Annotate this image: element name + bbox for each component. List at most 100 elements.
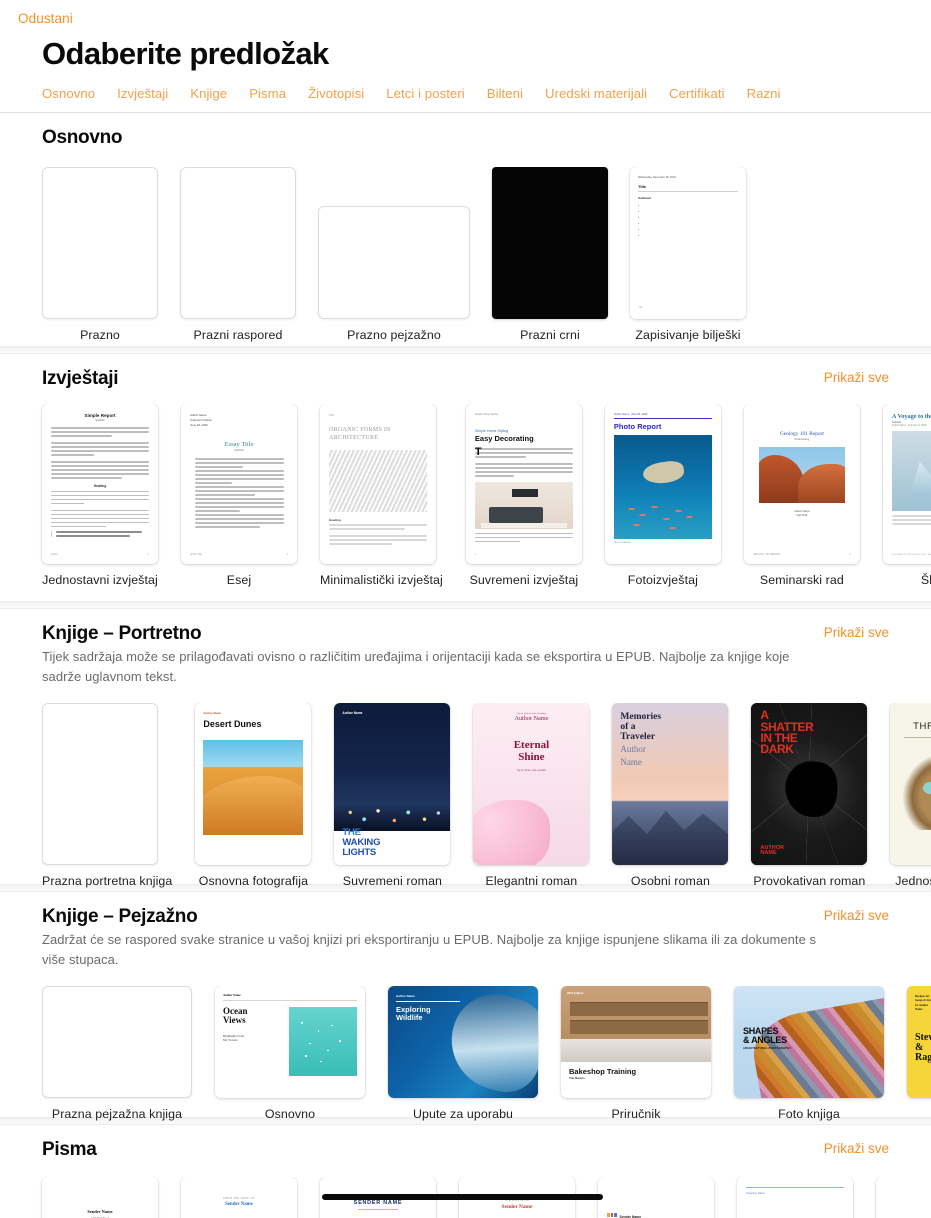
horizontal-scrollbar[interactable] bbox=[322, 1194, 603, 1200]
thumbnail-desert-dunes[interactable]: Author Name Desert Dunes bbox=[195, 703, 312, 866]
author-line-2: NAME bbox=[760, 850, 777, 857]
thumbnail-ocean-views[interactable]: Author Name Ocean Views Highlights From … bbox=[215, 986, 365, 1099]
thumbnail-blank-layout[interactable] bbox=[180, 167, 296, 319]
thumbnail-blank-landscape-book[interactable] bbox=[42, 986, 192, 1099]
show-all-letters-button[interactable]: Prikaži sve bbox=[824, 1141, 889, 1156]
thumbnail-minimalist-report[interactable]: Title ORGANIC FORMS IN ARCHITECTURE Head… bbox=[320, 404, 436, 564]
thumbnail-exploring-wildlife[interactable]: Author Name Exploring Wildlife bbox=[388, 986, 538, 1099]
template-card-prazno[interactable]: Prazno bbox=[42, 167, 158, 342]
tab-certifikati[interactable]: Certifikati bbox=[669, 86, 725, 101]
template-card-upute-za-uporabu[interactable]: Author Name Exploring Wildlife Upute za … bbox=[388, 986, 538, 1121]
template-card-provokativan-roman[interactable]: A SHATTER IN THE DARK AUTHOR NAME Provok… bbox=[751, 703, 868, 888]
template-card-elegantni-roman[interactable]: Tap or click to add a heading Author Nam… bbox=[473, 703, 590, 888]
image-turtle bbox=[642, 459, 686, 486]
template-card-esej[interactable]: Author Name Instructor's Name June 04, 2… bbox=[181, 404, 297, 587]
template-card-suvremeni-izvjestaj[interactable]: Simple Home Styling Simple Home Styling … bbox=[465, 404, 582, 587]
template-card-letter-6[interactable]: Company Name Sender Name Job Title bbox=[737, 1177, 853, 1218]
template-card-skolski[interactable]: A Voyage to the Ice Subtitle Author Name… bbox=[882, 404, 931, 587]
tab-uredski-materijali[interactable]: Uredski materijali bbox=[545, 86, 647, 101]
thumb-subhead: Subhead bbox=[638, 195, 651, 200]
template-card-prazni-raspored[interactable]: Prazni raspored bbox=[180, 167, 296, 342]
show-all-reports-button[interactable]: Prikaži sve bbox=[824, 370, 889, 385]
section-basic-row: Prazno Prazni raspored Prazno pejzažno P… bbox=[0, 167, 931, 342]
tab-zivotopisi[interactable]: Životopisi bbox=[308, 86, 364, 101]
template-label: Prazna portretna knjiga bbox=[42, 874, 173, 889]
template-card-letter-2[interactable]: FROM THE DESK OF Sender Name October 15,… bbox=[181, 1177, 297, 1218]
thumbnail-letter-blue[interactable]: FROM THE DESK OF Sender Name October 15,… bbox=[181, 1177, 297, 1218]
footer-left: Footer bbox=[51, 553, 58, 556]
thumb-quote bbox=[51, 531, 149, 537]
thumb-image bbox=[329, 450, 427, 512]
template-card-jednostavni-roman[interactable]: A Novel THREE TALES AUTHOR NAME Jednosta… bbox=[890, 703, 931, 888]
template-card-zapisivanje-biljeski[interactable]: Wednesday, December 18, 2019 Title Subhe… bbox=[630, 167, 746, 342]
tab-osnovno[interactable]: Osnovno bbox=[42, 86, 95, 101]
thumbnail-shapes-and-angles[interactable]: SHAPES & ANGLES ARCHITECTURAL PHOTOGRAPH… bbox=[734, 986, 884, 1099]
thumb-dropcap: T bbox=[474, 446, 482, 458]
cancel-button[interactable]: Odustani bbox=[18, 11, 73, 26]
template-card-fotoizvjestaj[interactable]: Author Name · April 16, 2020 Photo Repor… bbox=[604, 404, 721, 587]
thumbnail-blank[interactable] bbox=[42, 167, 158, 319]
template-card-foto-knjiga[interactable]: SHAPES & ANGLES ARCHITECTURAL PHOTOGRAPH… bbox=[734, 986, 884, 1121]
tab-knjige[interactable]: Knjige bbox=[190, 86, 227, 101]
template-card-osnovna-fotografija[interactable]: Author Name Desert Dunes Osnovna fotogra… bbox=[195, 703, 312, 889]
section-divider bbox=[0, 601, 931, 609]
template-label: Jednostavni roman bbox=[895, 874, 931, 889]
thumbnail-blank-black[interactable] bbox=[492, 167, 608, 319]
thumbnail-eternal-shine[interactable]: Tap or click to add a heading Author Nam… bbox=[473, 703, 590, 866]
show-all-books-portrait-button[interactable]: Prikaži sve bbox=[824, 625, 889, 640]
template-card-minimalisticki-izvjestaj[interactable]: Title ORGANIC FORMS IN ARCHITECTURE Head… bbox=[320, 404, 443, 587]
thumbnail-seminar-paper[interactable]: Geology 101 Report Subheading Author Nam… bbox=[743, 404, 860, 564]
tab-pisma[interactable]: Pisma bbox=[249, 86, 286, 101]
template-card-osnovno-landscape[interactable]: Author Name Ocean Views Highlights From … bbox=[215, 986, 365, 1121]
thumbnail-blank-landscape[interactable] bbox=[318, 206, 470, 319]
thumb-subtitle: Subheading bbox=[794, 437, 810, 441]
thumbnail-three-tales[interactable]: A Novel THREE TALES AUTHOR NAME bbox=[890, 703, 931, 866]
thumb-author: Author Name bbox=[342, 711, 363, 716]
template-card-jednostavni-izvjestaj[interactable]: Simple Report Subtitle Heading Footer 1 bbox=[42, 404, 158, 587]
tab-razni[interactable]: Razni bbox=[747, 86, 781, 101]
thumbnail-simple-report[interactable]: Simple Report Subtitle Heading Footer 1 bbox=[42, 404, 158, 564]
template-card-partial-recipe-book[interactable]: Recipes for Soups & Stews by Author Name… bbox=[907, 986, 931, 1107]
thumb-sender-name: SENDER NAME bbox=[885, 1209, 931, 1212]
tab-letci-i-posteri[interactable]: Letci i posteri bbox=[386, 86, 464, 101]
image-nest bbox=[902, 751, 931, 830]
template-label: Fotoizvještaj bbox=[627, 573, 698, 587]
template-card-prirucnik[interactable]: 2024 Edition Bakeshop Training The Basic… bbox=[561, 986, 711, 1121]
thumbnail-school-report[interactable]: A Voyage to the Ice Subtitle Author Name… bbox=[882, 404, 931, 564]
thumbnail-letter-classic[interactable]: Sender Name 1234 Main Street Anytown, St… bbox=[42, 1177, 158, 1218]
thumb-kicker: FROM THE DESK OF bbox=[223, 1197, 255, 1200]
template-label: Osnovna fotografija bbox=[198, 874, 309, 889]
template-card-suvremeni-roman[interactable]: Author Name THE WAKING LIGHTS Suvremeni … bbox=[334, 703, 451, 888]
template-card-prazno-pejzazno[interactable]: Prazno pejzažno bbox=[318, 206, 470, 342]
thumb-subtitle: Subtitle bbox=[233, 448, 244, 453]
thumbnail-modern-report[interactable]: Simple Home Styling Simple Home Styling … bbox=[465, 404, 582, 564]
template-card-seminarski-rad[interactable]: Geology 101 Report Subheading Author Nam… bbox=[743, 404, 860, 587]
tab-bilteni[interactable]: Bilteni bbox=[487, 86, 523, 101]
thumbnail-memories-of-a-traveler[interactable]: Memories of a Traveler Author Name bbox=[612, 703, 729, 866]
thumb-sender-name: Sender Name bbox=[225, 1202, 253, 1207]
thumbnail-notetaking[interactable]: Wednesday, December 18, 2019 Title Subhe… bbox=[630, 167, 746, 319]
template-card-letter-5[interactable]: Sender Name 123.456.7890 · sender@exampl… bbox=[598, 1177, 714, 1218]
thumb-bullet bbox=[638, 203, 738, 206]
template-card-prazna-portretna-knjiga[interactable]: Prazna portretna knjiga bbox=[42, 703, 172, 888]
thumbnail-waking-lights[interactable]: Author Name THE WAKING LIGHTS bbox=[334, 703, 451, 866]
thumbnail-letter-plain[interactable]: SENDER NAME bbox=[876, 1177, 931, 1218]
template-card-letter-7[interactable]: SENDER NAME bbox=[876, 1177, 931, 1218]
thumbnail-photo-report[interactable]: Author Name · April 16, 2020 Photo Repor… bbox=[604, 404, 721, 564]
template-card-osobni-roman[interactable]: Memories of a Traveler Author Name Osobn… bbox=[612, 703, 729, 888]
thumb-sender-name: Sender Name bbox=[501, 1204, 533, 1210]
thumbnail-shatter-in-the-dark[interactable]: A SHATTER IN THE DARK AUTHOR NAME bbox=[751, 703, 868, 866]
template-card-prazna-pejzazna-knjiga[interactable]: Prazna pejzažna knjiga bbox=[42, 986, 192, 1121]
title-line-3: LIGHTS bbox=[342, 846, 377, 858]
thumbnail-blank-portrait-book[interactable] bbox=[42, 703, 158, 866]
thumb-bullet bbox=[638, 233, 738, 236]
thumbnail-letter-lined[interactable]: Company Name Sender Name Job Title bbox=[737, 1177, 853, 1218]
template-card-letter-1[interactable]: Sender Name 1234 Main Street Anytown, St… bbox=[42, 1177, 158, 1218]
template-card-prazni-crni[interactable]: Prazni crni bbox=[492, 167, 608, 342]
tab-izvjestaji[interactable]: Izvještaji bbox=[117, 86, 168, 101]
thumbnail-stews-and-ragouts[interactable]: Recipes for Soups & Stews by Author Name… bbox=[907, 986, 931, 1099]
thumbnail-letter-logo[interactable]: Sender Name 123.456.7890 · sender@exampl… bbox=[598, 1177, 714, 1218]
thumbnail-essay[interactable]: Author Name Instructor's Name June 04, 2… bbox=[181, 404, 297, 564]
thumbnail-bakeshop-training[interactable]: 2024 Edition Bakeshop Training The Basic… bbox=[561, 986, 711, 1099]
show-all-books-landscape-button[interactable]: Prikaži sve bbox=[824, 908, 889, 923]
